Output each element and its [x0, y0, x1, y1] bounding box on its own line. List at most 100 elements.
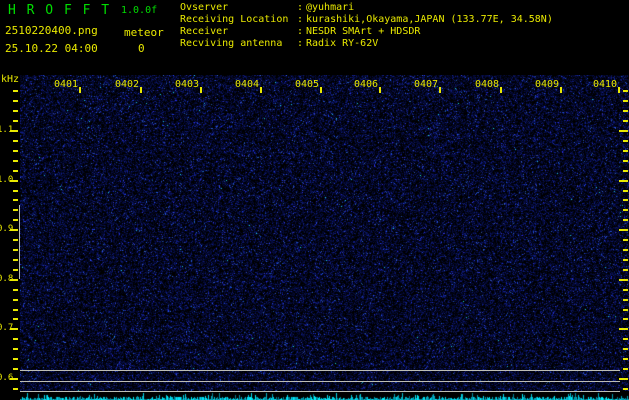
time-tick [560, 87, 562, 93]
time-axis-label: 0404 [234, 79, 260, 90]
freq-major-tick-right [619, 328, 628, 331]
freq-minor-tick [13, 338, 18, 341]
signal-level-strip [20, 392, 629, 400]
freq-minor-tick [13, 318, 18, 321]
freq-minor-tick [13, 189, 18, 192]
freq-minor-tick-right [623, 199, 628, 202]
freq-minor-tick-right [623, 288, 628, 291]
freq-minor-tick [13, 308, 18, 311]
time-axis-label: 0401 [53, 79, 79, 90]
time-tick [200, 87, 202, 93]
freq-minor-tick [13, 90, 18, 93]
freq-minor-tick [13, 139, 18, 142]
time-tick [140, 87, 142, 93]
freq-minor-tick-right [623, 258, 628, 261]
label-value-separator: : [297, 26, 304, 37]
freq-minor-tick-right [623, 368, 628, 371]
app-title: H R O F F T [8, 3, 111, 18]
time-axis-label: 0408 [474, 79, 500, 90]
freq-major-tick-right [619, 278, 628, 281]
freq-minor-tick [13, 298, 18, 301]
station-info-label: Receiver [180, 26, 229, 37]
freq-minor-tick-right [623, 239, 628, 242]
freq-major-tick [10, 179, 18, 182]
station-info-row: Receiving Location: kurashiki,Okayama,JAP… [180, 14, 553, 26]
freq-minor-tick-right [623, 308, 628, 311]
freq-minor-tick-right [623, 387, 628, 390]
label-value-separator: : [297, 14, 304, 25]
station-info-label: Recviving antenna [180, 38, 283, 49]
freq-minor-tick [13, 110, 18, 113]
time-axis-label: 0409 [534, 79, 560, 90]
freq-minor-tick-right [623, 100, 628, 103]
time-axis-label: 0407 [413, 79, 439, 90]
freq-major-tick-right [619, 378, 628, 380]
freq-minor-tick-right [623, 209, 628, 212]
freq-minor-tick [13, 288, 18, 291]
freq-minor-tick [13, 149, 18, 152]
station-info-row: Ovserver: @yuhmari [180, 2, 553, 14]
freq-minor-tick-right [623, 298, 628, 301]
freq-minor-tick [13, 100, 18, 103]
freq-major-tick-right [619, 229, 628, 232]
time-tick [618, 87, 620, 93]
freq-minor-tick-right [623, 120, 628, 123]
freq-minor-tick [13, 268, 18, 271]
capture-datetime: 25.10.22 04:00 [5, 42, 98, 55]
freq-minor-tick-right [623, 338, 628, 341]
station-info-value: kurashiki,Okayama,JAPAN (133.77E, 34.58N… [306, 14, 553, 25]
freq-minor-tick-right [623, 189, 628, 192]
freq-minor-tick-right [623, 358, 628, 361]
station-info-label: Ovserver [180, 2, 229, 13]
meteor-counter-value: 0 [138, 42, 145, 55]
freq-minor-tick [13, 169, 18, 172]
freq-minor-tick [13, 249, 18, 252]
freq-major-tick [10, 328, 18, 331]
time-axis-label: 0405 [294, 79, 320, 90]
freq-major-tick [10, 378, 18, 380]
time-tick [260, 87, 262, 93]
time-axis-label: 0403 [174, 79, 200, 90]
station-info-block: Ovserver: @yuhmari Receiving Location: kura… [180, 2, 553, 50]
freq-minor-tick [13, 209, 18, 212]
station-info-value: NESDR SMArt + HDSDR [306, 26, 421, 37]
time-tick [379, 87, 381, 93]
freq-minor-tick-right [623, 159, 628, 162]
time-axis-label: 0402 [114, 79, 140, 90]
freq-minor-tick-right [623, 139, 628, 142]
freq-minor-tick [13, 387, 18, 390]
freq-minor-tick-right [623, 90, 628, 93]
time-tick [79, 87, 81, 93]
time-tick [500, 87, 502, 93]
capture-filename: 2510220400.png [5, 24, 98, 37]
freq-minor-tick-right [623, 110, 628, 113]
freq-minor-tick [13, 199, 18, 202]
time-tick [320, 87, 322, 93]
app-version: 1.0.0f [121, 5, 158, 16]
freq-minor-tick-right [623, 318, 628, 321]
station-info-row: Recviving antenna: Radix RY-62V [180, 38, 553, 50]
freq-major-tick [10, 229, 18, 232]
label-value-separator: : [297, 38, 304, 49]
freq-minor-tick [13, 348, 18, 351]
freq-minor-tick-right [623, 149, 628, 152]
freq-minor-tick [13, 120, 18, 123]
label-value-separator: : [297, 2, 304, 13]
carrier-line [20, 370, 620, 371]
freq-minor-tick [13, 239, 18, 242]
freq-minor-tick [13, 258, 18, 261]
freq-minor-tick-right [623, 348, 628, 351]
time-tick [439, 87, 441, 93]
station-info-label: Receiving Location [180, 14, 289, 25]
freq-minor-tick [13, 368, 18, 371]
station-info-value: Radix RY-62V [306, 38, 379, 49]
meteor-counter-label: meteor [124, 26, 164, 39]
freq-major-tick-right [619, 179, 628, 182]
spectrogram-noise-area [20, 75, 629, 391]
freq-minor-tick-right [623, 169, 628, 172]
freq-minor-tick [13, 159, 18, 162]
time-axis-label: 0406 [353, 79, 379, 90]
detection-band-marker [19, 205, 20, 279]
freq-minor-tick-right [623, 268, 628, 271]
station-info-row: Receiver: NESDR SMArt + HDSDR [180, 26, 553, 38]
